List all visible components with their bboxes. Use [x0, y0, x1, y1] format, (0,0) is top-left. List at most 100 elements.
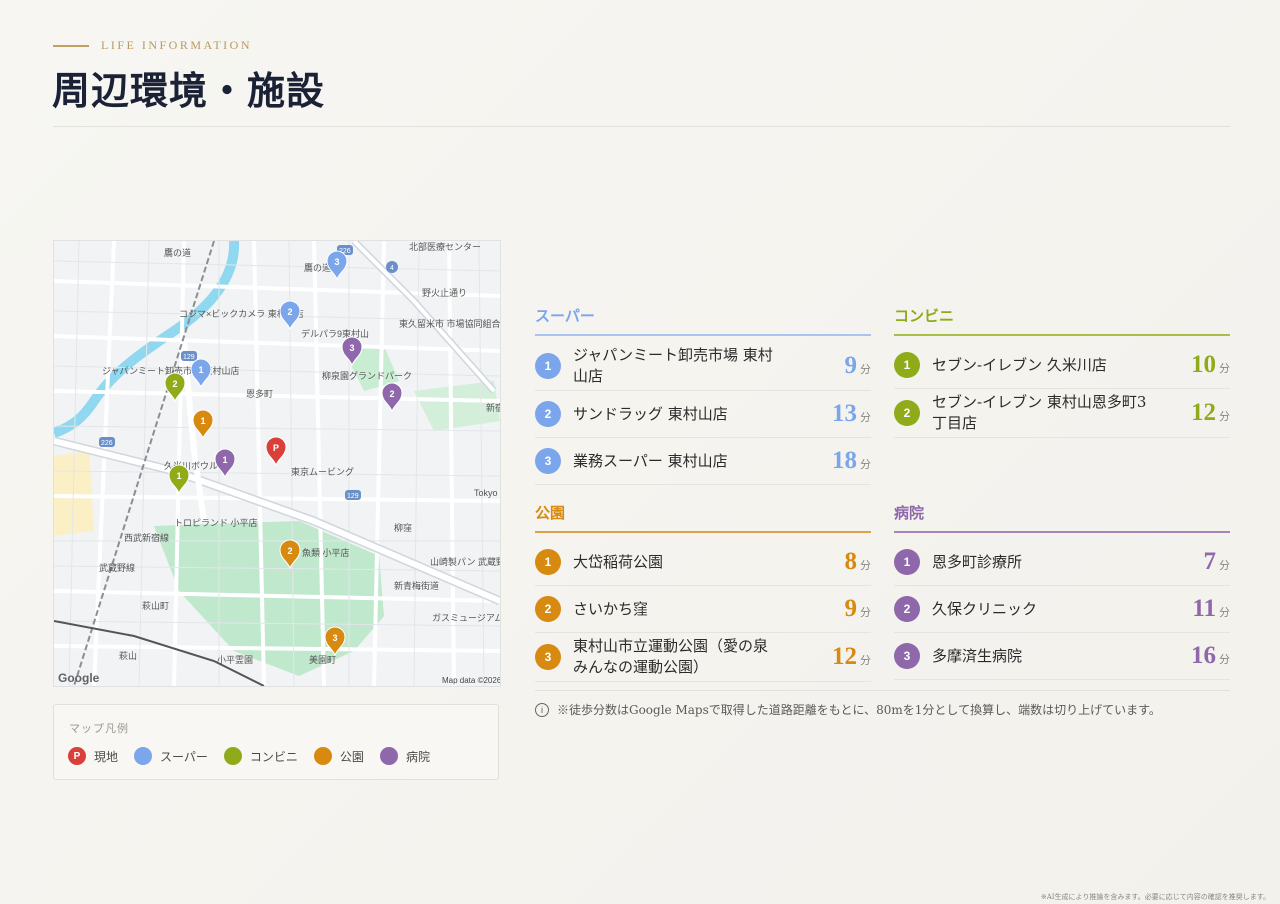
map-legend: マップ凡例 P 現地 スーパー コンビニ 公園 病院: [53, 704, 499, 780]
facility-row[interactable]: 1 セブン-イレブン 久米川店 10 分: [894, 342, 1230, 389]
svg-text:柳泉園グランドパーク: 柳泉園グランドパーク: [322, 370, 412, 381]
svg-text:129: 129: [347, 493, 359, 500]
facility-row[interactable]: 2 セブン-イレブン 東村山恩多町3丁目店 12 分: [894, 389, 1230, 438]
map-pin-label: 1: [176, 471, 181, 481]
note-divider: [535, 690, 1230, 691]
facility-name: 東村山市立運動公園（愛の泉みんなの運動公園）: [573, 637, 769, 676]
facility-name: セブン-イレブン 東村山恩多町3丁目店: [932, 393, 1147, 432]
walk-minutes: 12: [832, 643, 857, 670]
walk-time: 10 分: [1191, 351, 1230, 379]
hospital-marker-icon: [379, 747, 398, 765]
legend-label: 現地: [94, 749, 119, 764]
svg-text:西武新宿線: 西武新宿線: [124, 532, 169, 543]
svg-text:北部医療センター: 北部医療センター: [409, 241, 481, 252]
walk-unit: 分: [860, 363, 871, 376]
svg-text:萩山: 萩山: [119, 651, 137, 661]
svg-text:デルパラ9東村山: デルパラ9東村山: [301, 328, 369, 339]
walk-unit: 分: [1219, 362, 1230, 375]
walk-time: 9分: [845, 352, 872, 380]
facility-row[interactable]: 2 久保クリニック 11 分: [894, 586, 1230, 633]
svg-text:鷹の道: 鷹の道: [164, 247, 191, 258]
map-pin-label: P: [273, 443, 279, 453]
map-pin-label: 2: [287, 546, 292, 556]
facility-name: サンドラッグ 東村山店: [573, 404, 728, 423]
walk-minutes: 8: [844, 548, 858, 575]
facility-number: 1: [535, 353, 561, 379]
category-park: 公園 1 大岱稲荷公園 8分 2 さいかち窪 9分 3 東村山市立運動公園（愛の…: [535, 502, 871, 682]
walk-time: 12 分: [1191, 399, 1230, 427]
page-title: 周辺環境・施設: [52, 68, 326, 113]
svg-text:新青梅街道: 新青梅街道: [394, 580, 439, 591]
svg-text:山崎製パン 武蔵野工場: 山崎製パン 武蔵野工場: [430, 556, 500, 567]
category-convenience: コンビニ 1 セブン-イレブン 久米川店 10 分 2 セブン-イレブン 東村山恩…: [894, 305, 1230, 438]
category-title: 公園: [535, 502, 871, 533]
walk-time: 8分: [845, 548, 872, 576]
facility-name: ジャパンミート卸売市場 東村山店: [573, 346, 773, 385]
walk-time: 18 分: [832, 447, 871, 475]
legend-item-convenience: コンビニ: [223, 747, 298, 765]
walk-minutes: 12: [1191, 399, 1216, 426]
ai-disclaimer: ※AI生成により推論を含みます。必要に応じて内容の確認を推奨します。: [1040, 893, 1270, 901]
walk-unit: 分: [1219, 653, 1230, 666]
facility-number: 2: [535, 596, 561, 622]
map-pin-label: 1: [200, 416, 205, 426]
legend-items: P 現地 スーパー コンビニ 公園 病院: [68, 747, 430, 765]
facility-row[interactable]: 2 さいかち窪 9分: [535, 586, 871, 633]
map-pin-label: 3: [334, 257, 339, 267]
facility-row[interactable]: 3 東村山市立運動公園（愛の泉みんなの運動公園） 12 分: [535, 633, 871, 682]
facility-row[interactable]: 1 大岱稲荷公園 8分: [535, 539, 871, 586]
walk-unit: 分: [1219, 410, 1230, 423]
walk-unit: 分: [1219, 559, 1230, 572]
walk-minutes: 11: [1192, 595, 1216, 622]
map-pin-label: 2: [172, 379, 177, 389]
walk-minutes: 18: [832, 447, 857, 474]
walk-unit: 分: [860, 411, 871, 424]
info-icon: i: [535, 702, 549, 717]
facility-number: 2: [894, 596, 920, 622]
facility-row[interactable]: 1 恩多町診療所 7分: [894, 539, 1230, 586]
facility-number: 3: [535, 448, 561, 474]
walk-minutes: 9: [844, 595, 858, 622]
legend-label: スーパー: [160, 749, 208, 764]
legend-item-park: 公園: [313, 747, 364, 765]
facility-name: 恩多町診療所: [932, 552, 1023, 571]
svg-text:東京ムービング: 東京ムービング: [291, 466, 354, 477]
facility-row[interactable]: 3 業務スーパー 東村山店 18 分: [535, 438, 871, 485]
svg-text:柳窪: 柳窪: [394, 522, 412, 533]
walk-minutes: 16: [1191, 642, 1216, 669]
svg-text:トロピランド 小平店: トロピランド 小平店: [174, 517, 258, 528]
area-map[interactable]: 鷹の道 鷹の道 野火止通り 新青梅街道 西武新宿線 武蔵野線 東京ムービング 久…: [53, 240, 501, 687]
svg-text:129: 129: [183, 354, 195, 361]
map-pin-label: 1: [222, 455, 227, 465]
site-marker-icon: P: [68, 747, 86, 765]
facility-name: 久保クリニック: [932, 599, 1038, 618]
map-pin-label: 3: [349, 343, 354, 353]
legend-label: 病院: [405, 749, 430, 764]
convenience-marker-icon: [223, 747, 242, 765]
walk-unit: 分: [860, 606, 871, 619]
svg-text:野火止通り: 野火止通り: [422, 287, 467, 298]
facility-name: さいかち窪: [573, 599, 649, 618]
map-attribution: Map data ©2026: [442, 676, 500, 685]
facility-row[interactable]: 2 サンドラッグ 東村山店 13 分: [535, 391, 871, 438]
facility-number: 2: [894, 400, 920, 426]
facility-number: 1: [894, 549, 920, 575]
svg-text:小平霊園: 小平霊園: [217, 655, 253, 665]
walk-time: 9分: [845, 595, 872, 623]
map-canvas[interactable]: 鷹の道 鷹の道 野火止通り 新青梅街道 西武新宿線 武蔵野線 東京ムービング 久…: [54, 241, 500, 686]
walking-time-note: i ※徒歩分数はGoogle Mapsで取得した道路距離をもとに、80mを1分と…: [535, 701, 1161, 718]
walk-time: 16 分: [1191, 642, 1230, 670]
walk-unit: 分: [860, 458, 871, 471]
supermarket-marker-icon: [134, 747, 153, 765]
legend-item-site: P 現地: [68, 747, 118, 765]
eyebrow-text: LIFE INFORMATION: [101, 38, 252, 52]
walk-minutes: 9: [844, 352, 858, 379]
walk-unit: 分: [1219, 606, 1230, 619]
section-eyebrow: LIFE INFORMATION: [53, 38, 252, 53]
facility-row[interactable]: 3 多摩済生病院 16 分: [894, 633, 1230, 680]
legend-label: コンビニ: [249, 749, 298, 764]
walk-unit: 分: [860, 654, 871, 667]
facility-row[interactable]: 1 ジャパンミート卸売市場 東村山店 9分: [535, 342, 871, 391]
svg-text:萩山町: 萩山町: [142, 601, 169, 611]
facility-number: 1: [894, 352, 920, 378]
